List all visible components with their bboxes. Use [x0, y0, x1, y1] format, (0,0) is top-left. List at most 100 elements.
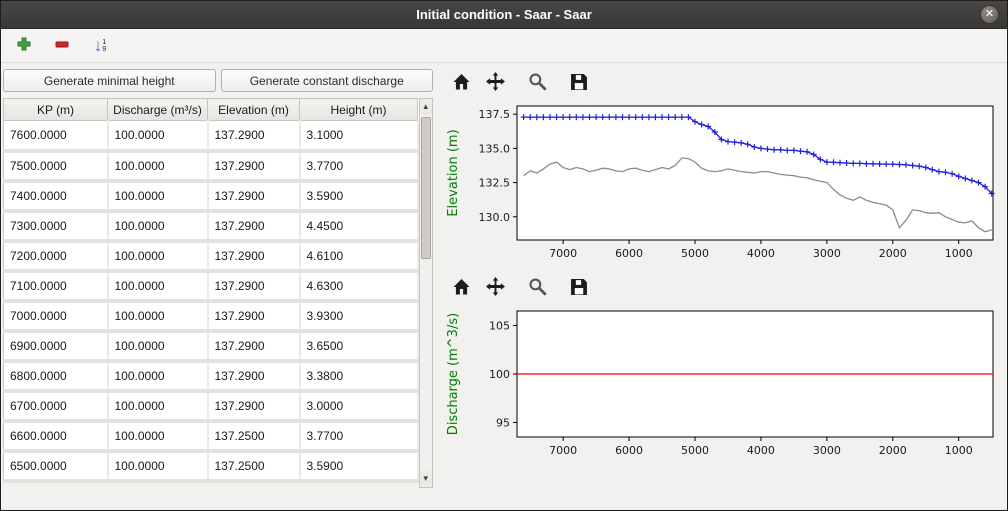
- scrollbar-down-button[interactable]: ▼: [420, 471, 433, 487]
- table-cell[interactable]: 6900.0000: [4, 331, 108, 361]
- table-cell[interactable]: 3.9300: [300, 301, 418, 331]
- svg-text:135.0: 135.0: [479, 142, 511, 155]
- magnifier-icon: [528, 277, 547, 299]
- table-cell[interactable]: 3.3800: [300, 361, 418, 391]
- table-cell[interactable]: 3.7700: [300, 151, 418, 181]
- table-cell[interactable]: 137.2900: [208, 331, 300, 361]
- table-cell[interactable]: 137.2500: [208, 421, 300, 451]
- zoom-button[interactable]: [525, 276, 549, 300]
- svg-text:95: 95: [496, 416, 510, 429]
- svg-text:2000: 2000: [879, 444, 907, 457]
- table-cell[interactable]: 100.0000: [108, 421, 208, 451]
- zoom-button[interactable]: [525, 71, 549, 95]
- table-cell[interactable]: 6500.0000: [4, 451, 108, 481]
- table-cell[interactable]: 137.2900: [208, 391, 300, 421]
- table-row: 7400.0000100.0000137.29003.5900: [4, 181, 418, 211]
- save-button[interactable]: [567, 71, 591, 95]
- table-cell[interactable]: 137.2900: [208, 121, 300, 151]
- table-cell[interactable]: 7500.0000: [4, 151, 108, 181]
- titlebar: Initial condition - Saar - Saar ✕: [1, 1, 1007, 29]
- table-cell[interactable]: 3.7700: [300, 421, 418, 451]
- table-cell[interactable]: 100.0000: [108, 271, 208, 301]
- main-toolbar: ↓ 1 9: [1, 29, 1007, 63]
- svg-text:1000: 1000: [945, 247, 973, 260]
- table-cell[interactable]: 137.2900: [208, 211, 300, 241]
- table-cell[interactable]: 137.2900: [208, 301, 300, 331]
- table-cell[interactable]: 100.0000: [108, 121, 208, 151]
- remove-row-button[interactable]: [51, 35, 73, 57]
- table-cell[interactable]: 137.2900: [208, 241, 300, 271]
- column-header-height[interactable]: Height (m): [300, 99, 418, 121]
- table-cell[interactable]: 7100.0000: [4, 271, 108, 301]
- app-window: Initial condition - Saar - Saar ✕ ↓: [0, 0, 1008, 511]
- table-cell[interactable]: 6600.0000: [4, 421, 108, 451]
- column-header-kp[interactable]: KP (m): [4, 99, 108, 121]
- svg-text:7000: 7000: [549, 247, 577, 260]
- elevation-chart[interactable]: 7000600050004000300020001000130.0132.513…: [441, 99, 1003, 272]
- table-cell[interactable]: 100.0000: [108, 331, 208, 361]
- table-cell[interactable]: 4.6100: [300, 241, 418, 271]
- right-panel: 7000600050004000300020001000130.0132.513…: [435, 63, 1007, 511]
- table-row: 7500.0000100.0000137.29003.7700: [4, 151, 418, 181]
- table-cell[interactable]: 137.2900: [208, 271, 300, 301]
- table-cell[interactable]: 3.5900: [300, 181, 418, 211]
- generate-buttons-row: Generate minimal height Generate constan…: [3, 69, 433, 92]
- table-cell[interactable]: 100.0000: [108, 241, 208, 271]
- pan-button[interactable]: [483, 71, 507, 95]
- table-cell[interactable]: 3.1000: [300, 121, 418, 151]
- column-header-elevation[interactable]: Elevation (m): [208, 99, 300, 121]
- table-cell[interactable]: 7600.0000: [4, 121, 108, 151]
- svg-text:6000: 6000: [615, 444, 643, 457]
- scrollbar-thumb[interactable]: [421, 117, 432, 259]
- svg-text:137.5: 137.5: [479, 108, 511, 121]
- generate-minimal-height-button[interactable]: Generate minimal height: [3, 69, 216, 92]
- table-row: 6800.0000100.0000137.29003.3800: [4, 361, 418, 391]
- add-row-button[interactable]: [13, 35, 35, 57]
- scrollbar-up-button[interactable]: ▲: [420, 99, 433, 115]
- table-cell[interactable]: 137.2900: [208, 151, 300, 181]
- sort-button[interactable]: ↓ 1 9: [89, 35, 111, 57]
- table-cell[interactable]: 100.0000: [108, 181, 208, 211]
- vertical-scrollbar[interactable]: ▲ ▼: [419, 98, 434, 488]
- table-cell[interactable]: 4.6300: [300, 271, 418, 301]
- content-area: Generate minimal height Generate constan…: [1, 63, 1007, 511]
- table-row: 6600.0000100.0000137.25003.7700: [4, 421, 418, 451]
- table-row: 7100.0000100.0000137.29004.6300: [4, 271, 418, 301]
- home-button[interactable]: [449, 71, 473, 95]
- column-header-discharge[interactable]: Discharge (m³/s): [108, 99, 208, 121]
- table-cell[interactable]: 137.2900: [208, 181, 300, 211]
- discharge-chart[interactable]: 700060005000400030002000100095100105Disc…: [441, 304, 1003, 469]
- table-cell[interactable]: 7400.0000: [4, 181, 108, 211]
- minus-icon: [54, 36, 70, 55]
- svg-text:4000: 4000: [747, 444, 775, 457]
- svg-text:2000: 2000: [879, 247, 907, 260]
- table-cell[interactable]: 7200.0000: [4, 241, 108, 271]
- table-cell[interactable]: 100.0000: [108, 301, 208, 331]
- table-cell[interactable]: 100.0000: [108, 151, 208, 181]
- close-button[interactable]: ✕: [980, 5, 999, 24]
- window-title: Initial condition - Saar - Saar: [416, 7, 592, 22]
- table-cell[interactable]: 7000.0000: [4, 301, 108, 331]
- table-cell[interactable]: 4.4500: [300, 211, 418, 241]
- table-cell[interactable]: 7300.0000: [4, 211, 108, 241]
- table-row: 6900.0000100.0000137.29003.6500: [4, 331, 418, 361]
- pan-button[interactable]: [483, 276, 507, 300]
- table-cell[interactable]: 137.2900: [208, 361, 300, 391]
- table-row: 7200.0000100.0000137.29004.6100: [4, 241, 418, 271]
- generate-constant-discharge-button[interactable]: Generate constant discharge: [221, 69, 434, 92]
- table-cell[interactable]: 6700.0000: [4, 391, 108, 421]
- initial-condition-table: KP (m) Discharge (m³/s) Elevation (m) He…: [3, 98, 419, 483]
- table-row: 6500.0000100.0000137.25003.5900: [4, 451, 418, 481]
- table-cell[interactable]: 100.0000: [108, 361, 208, 391]
- table-cell[interactable]: 100.0000: [108, 211, 208, 241]
- table-cell[interactable]: 100.0000: [108, 391, 208, 421]
- table-cell[interactable]: 100.0000: [108, 451, 208, 481]
- table-cell[interactable]: 3.0000: [300, 391, 418, 421]
- table-cell[interactable]: 3.6500: [300, 331, 418, 361]
- table-cell[interactable]: 6800.0000: [4, 361, 108, 391]
- table-cell[interactable]: 3.5900: [300, 451, 418, 481]
- table-cell[interactable]: 137.2500: [208, 451, 300, 481]
- save-button[interactable]: [567, 276, 591, 300]
- home-button[interactable]: [449, 276, 473, 300]
- scrollbar-track[interactable]: [420, 261, 433, 471]
